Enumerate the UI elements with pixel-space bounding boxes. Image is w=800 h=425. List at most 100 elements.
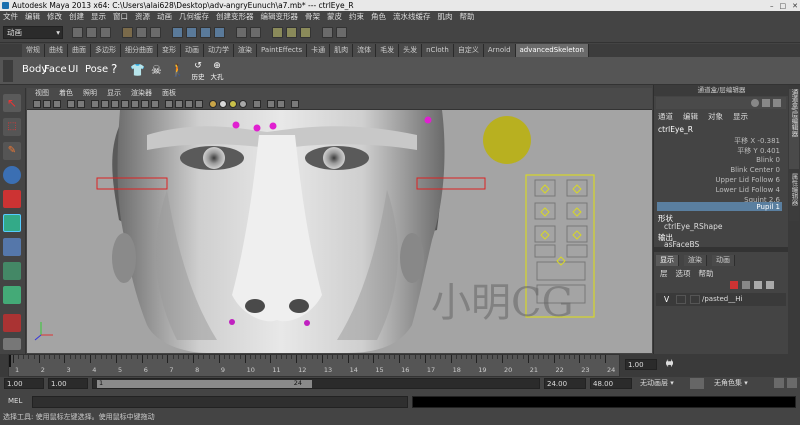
shelf-tab-custom[interactable]: 自定义: [453, 44, 484, 57]
ipr-render-icon[interactable]: [286, 27, 297, 38]
shelf-tab-painteffects[interactable]: PaintEffects: [257, 44, 308, 57]
auto-key-icon[interactable]: [774, 378, 784, 388]
menu-muscle[interactable]: 肌肉: [438, 11, 453, 23]
shelf-tab-hair[interactable]: 头发: [399, 44, 423, 57]
panel-divider[interactable]: [654, 247, 789, 252]
side-tab-channel-box[interactable]: 通道盒/层编辑器: [789, 89, 799, 169]
render-settings-icon[interactable]: [300, 27, 311, 38]
panel-menu-renderer[interactable]: 渲染器: [131, 88, 152, 98]
shelf-tab-toon[interactable]: 卡通: [307, 44, 331, 57]
character-set-dropdown[interactable]: 无角色集 ▾: [714, 378, 772, 389]
textured-icon[interactable]: [209, 100, 217, 108]
shelf-tab-rendering[interactable]: 渲染: [234, 44, 257, 57]
select-component-icon[interactable]: [150, 27, 161, 38]
shelf-tab-polygons[interactable]: 多边形: [91, 44, 121, 57]
side-tab-attribute-editor[interactable]: 属性编辑器: [789, 173, 799, 221]
menu-create[interactable]: 创建: [69, 11, 84, 23]
film-gate-icon[interactable]: [101, 100, 109, 108]
scale-tool-icon[interactable]: [3, 214, 21, 232]
hud-icon[interactable]: [291, 100, 299, 108]
menu-create-deformers[interactable]: 创建变形器: [216, 11, 254, 23]
menu-modify[interactable]: 修改: [47, 11, 62, 23]
bookmark-icon[interactable]: [53, 100, 61, 108]
attr-row[interactable]: 平移 X -0.381: [734, 136, 780, 146]
panel-menu-shading[interactable]: 着色: [59, 88, 73, 98]
time-slider[interactable]: 1 2 3 4 5 6 7 8 9 10 11 12 13 14 15 16 17 18 19 20 21 22 23 24 …: [0, 354, 800, 377]
menu-edit[interactable]: 编辑: [25, 11, 40, 23]
mel-input[interactable]: [32, 396, 408, 408]
shelf-menu-icon[interactable]: [3, 60, 13, 82]
save-scene-icon[interactable]: [100, 27, 111, 38]
menu-pipeline-cache[interactable]: 流水线缓存: [393, 11, 431, 23]
playback-end-field[interactable]: 24.00: [544, 378, 586, 389]
shelf-tab-surfaces[interactable]: 曲面: [68, 44, 91, 57]
soft-mod-tool-icon[interactable]: [3, 262, 21, 280]
menu-character[interactable]: 角色: [371, 11, 386, 23]
select-hierarchy-icon[interactable]: [122, 27, 133, 38]
layer-tab-render[interactable]: 渲染: [684, 255, 707, 266]
current-time-field[interactable]: 1.00: [625, 359, 657, 370]
shelf-tab-animation[interactable]: 动画: [181, 44, 204, 57]
anim-layer-icon[interactable]: [690, 378, 704, 389]
ambient-occlusion-icon[interactable]: [239, 100, 247, 108]
attr-row[interactable]: Blink 0: [756, 156, 780, 164]
render-frame-icon[interactable]: [272, 27, 283, 38]
shelf-ui-button[interactable]: UI: [68, 64, 78, 75]
attr-row[interactable]: Upper Lid Follow 6: [715, 176, 780, 184]
field-chart-icon[interactable]: [131, 100, 139, 108]
layer-menu-layers[interactable]: 层: [660, 268, 668, 279]
menu-display[interactable]: 显示: [91, 11, 106, 23]
gate-mask-icon[interactable]: [121, 100, 129, 108]
shelf-tab-fluids[interactable]: 流体: [353, 44, 377, 57]
shelf-tab-arnold[interactable]: Arnold: [483, 44, 516, 57]
panel-menu-lighting[interactable]: 照明: [83, 88, 97, 98]
cb-menu-show[interactable]: 显示: [733, 111, 748, 122]
lasso-tool-icon[interactable]: ⬚: [3, 118, 21, 136]
shelf-face-button[interactable]: Face: [44, 64, 67, 75]
two-d-pan-icon[interactable]: [77, 100, 85, 108]
playback-start-field[interactable]: 1.00: [48, 378, 88, 389]
cb-shape-name[interactable]: ctrlEye_RShape: [664, 222, 722, 231]
new-layer-selected-icon[interactable]: [742, 281, 750, 289]
shelf-skull-icon[interactable]: ☠: [151, 63, 162, 77]
select-tool-icon[interactable]: ↖: [3, 94, 21, 112]
smooth-shade-icon[interactable]: [175, 100, 183, 108]
go-to-end-button[interactable]: ⏭: [665, 359, 674, 368]
layer-tab-display[interactable]: 显示: [656, 255, 679, 266]
mel-label[interactable]: MEL: [8, 397, 22, 405]
shelf-tab-ncloth[interactable]: nCloth: [422, 44, 454, 57]
sidebar-toggle-icon[interactable]: [322, 27, 333, 38]
xray-active-icon[interactable]: [277, 100, 285, 108]
grid-icon[interactable]: [91, 100, 99, 108]
time-slider-track[interactable]: 1 2 3 4 5 6 7 8 9 10 11 12 13 14 15 16 17 18 19 20 21 22 23 24: [8, 354, 620, 377]
menu-help[interactable]: 帮助: [460, 11, 475, 23]
mode-dropdown[interactable]: 动画 ▾: [3, 26, 63, 39]
shelf-tab-advancedskeleton[interactable]: advancedSkeleton: [515, 44, 589, 57]
move-tool-icon[interactable]: [3, 166, 21, 184]
snap-grid-icon[interactable]: [172, 27, 183, 38]
shelf-tab-curves[interactable]: 曲线: [45, 44, 68, 57]
shelf-size-button[interactable]: ⊕ 大孔: [209, 61, 225, 81]
xray-icon[interactable]: [195, 100, 203, 108]
animation-prefs-icon[interactable]: [787, 378, 797, 388]
shelf-tab-muscle[interactable]: 肌肉: [330, 44, 354, 57]
show-tool-settings-icon[interactable]: [773, 99, 781, 107]
menu-edit-deformers[interactable]: 编辑变形器: [261, 11, 299, 23]
show-channel-box-icon[interactable]: [751, 99, 759, 107]
layer-visibility-toggle[interactable]: V: [664, 295, 669, 304]
layout-four-icon[interactable]: [3, 338, 21, 350]
current-time-marker[interactable]: [9, 355, 11, 367]
range-slider[interactable]: 1 24: [92, 378, 540, 389]
isolate-select-icon[interactable]: [253, 100, 261, 108]
anim-layer-dropdown[interactable]: 无动画层 ▾: [640, 378, 688, 389]
attr-row[interactable]: Pupil 1: [756, 203, 780, 211]
range-slider-handle[interactable]: 1 24: [97, 379, 312, 388]
shelf-help-button[interactable]: ?: [111, 62, 117, 76]
menu-skeleton[interactable]: 骨架: [305, 11, 320, 23]
shelf-tab-dynamics[interactable]: 动力学: [204, 44, 234, 57]
shelf-tab-subdivs[interactable]: 细分曲面: [121, 44, 158, 57]
image-plane-icon[interactable]: [67, 100, 75, 108]
animation-start-field[interactable]: 1.00: [4, 378, 44, 389]
attr-row[interactable]: 平移 Y 0.401: [737, 146, 780, 156]
shelf-tab-general[interactable]: 常规: [22, 44, 45, 57]
